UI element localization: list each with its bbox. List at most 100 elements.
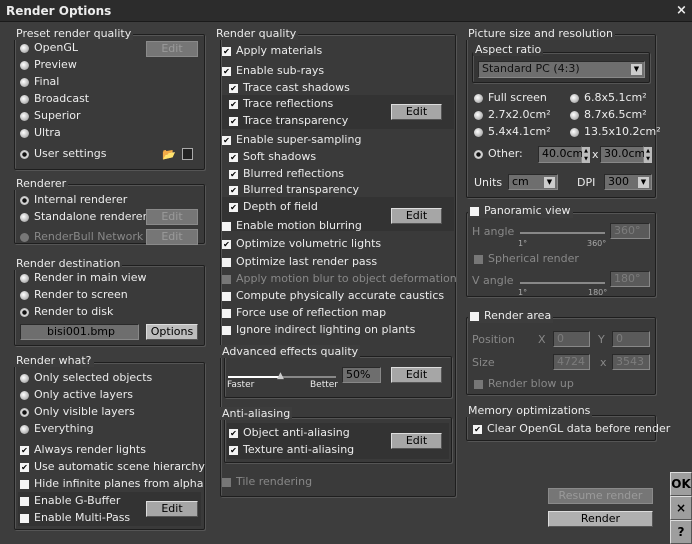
panoramic-checkbox[interactable]: Panoramic view (468, 204, 573, 218)
enable-multi-pass-checkbox[interactable]: Enable Multi-Pass (20, 511, 130, 525)
preset-radio-ultra[interactable]: Ultra (20, 126, 61, 140)
ok-button[interactable]: OK (670, 472, 692, 496)
quality-value-field[interactable]: 50% (342, 367, 381, 383)
ignore-indirect-lighting-on-plants-checkbox[interactable]: Ignore indirect lighting on plants (222, 323, 415, 337)
optimize-volumetric-lights-checkbox[interactable]: ✔ Optimize volumetric lights (222, 237, 381, 251)
render-button[interactable]: Render (548, 511, 653, 527)
gbuffer-edit-button[interactable]: Edit (146, 501, 198, 517)
size-radio-full-screen[interactable]: Full screen (474, 91, 547, 105)
dpi-select[interactable]: 300 ▼ (604, 174, 652, 190)
close-button[interactable]: × (676, 3, 687, 18)
supersampling-edit-button[interactable]: Edit (391, 208, 442, 224)
trace-reflections-checkbox[interactable]: ✔ Trace reflections (229, 97, 333, 111)
resume-render-button[interactable]: Resume render (548, 488, 653, 504)
area-width-field[interactable]: 4724 (553, 354, 590, 370)
blurred-transparency-checkbox[interactable]: ✔ Blurred transparency (229, 183, 359, 197)
preset-radio-user-settings[interactable]: User settings (20, 147, 106, 161)
always-render-lights-checkbox[interactable]: ✔ Always render lights (20, 443, 146, 457)
width-spinner[interactable]: ▲ ▼ (582, 147, 590, 163)
antialias-edit-button[interactable]: Edit (391, 433, 442, 449)
preset-radio-ultra-label: Ultra (34, 126, 61, 139)
preset-radio-broadcast[interactable]: Broadcast (20, 92, 89, 106)
enable-super-sampling-checkbox[interactable]: ✔ Enable super-sampling (222, 133, 361, 147)
compute-physically-accurate-caustics-checkbox[interactable]: Compute physically accurate caustics (222, 289, 444, 303)
v-angle-field[interactable]: 180° (610, 271, 650, 287)
standalone-edit-button[interactable]: Edit (146, 209, 198, 225)
soft-shadows-checkbox[interactable]: ✔ Soft shadows (229, 150, 316, 164)
enable-motion-blurring-checkbox[interactable]: Enable motion blurring (222, 219, 362, 233)
v-angle-slider[interactable] (520, 282, 605, 284)
spherical-checkbox[interactable]: Spherical render (474, 252, 579, 266)
renderer-radio-internal-renderer[interactable]: Internal renderer (20, 193, 127, 207)
aspect-ratio-select[interactable]: Standard PC (4:3) ▼ (478, 61, 645, 78)
network-edit-button[interactable]: Edit (146, 229, 198, 245)
destination-radio-render-in-main-view[interactable]: Render in main view (20, 271, 147, 285)
cancel-button[interactable]: × (670, 496, 692, 520)
save-disk-icon[interactable] (182, 148, 193, 160)
use-automatic-scene-hierarchy-checkbox[interactable]: ✔ Use automatic scene hierarchy (20, 460, 205, 474)
h-angle-field[interactable]: 360° (610, 223, 650, 239)
x-field[interactable]: 0 (553, 331, 590, 347)
what-radio-only-selected-objects[interactable]: Only selected objects (20, 371, 152, 385)
compute-physically-accurate-caustics-checkbox-label: Compute physically accurate caustics (236, 289, 445, 302)
size-radio-8-7x6-5cm[interactable]: 8.7x6.5cm² (570, 108, 647, 122)
blurred-reflections-checkbox[interactable]: ✔ Blurred reflections (229, 167, 344, 181)
width-field[interactable]: 40.0cm ▲ ▼ (538, 146, 590, 163)
size-radio-2-7x2-0cm[interactable]: 2.7x2.0cm² (474, 108, 551, 122)
renderer-radio-renderbull-network[interactable]: RenderBull Network (20, 230, 143, 244)
clear-opengl-checkbox[interactable]: ✔ Clear OpenGL data before render (473, 422, 670, 436)
height-field[interactable]: 30.0cm ▲ ▼ (600, 146, 652, 163)
hide-infinite-planes-from-alpha-checkbox[interactable]: Hide infinite planes from alpha (20, 477, 203, 491)
radio-icon (570, 93, 579, 103)
renderer-radio-standalone-renderer[interactable]: Standalone renderer (20, 210, 147, 224)
tile-rendering-checkbox[interactable]: Tile rendering (222, 475, 312, 489)
destination-radio-render-to-disk[interactable]: Render to disk (20, 305, 113, 319)
render-area-checkbox[interactable]: Render area (468, 309, 554, 323)
apply-motion-blur-to-object-deformation-checkbox-label: Apply motion blur to object deformation (236, 272, 457, 285)
enable-g-buffer-checkbox[interactable]: Enable G-Buffer (20, 494, 120, 508)
object-anti-aliasing-checkbox[interactable]: ✔ Object anti-aliasing (229, 426, 350, 440)
subrays-edit-button[interactable]: Edit (391, 104, 442, 120)
apply-motion-blur-to-object-deformation-checkbox[interactable]: Apply motion blur to object deformation (222, 272, 457, 286)
preset-edit-button[interactable]: Edit (146, 41, 198, 57)
output-file-field[interactable]: bisi001.bmp (20, 324, 139, 340)
height-value: 30.0cm (604, 147, 646, 160)
apply-materials-checkbox[interactable]: ✔ Apply materials (222, 44, 322, 58)
y-field[interactable]: 0 (612, 331, 650, 347)
destination-radio-render-to-screen[interactable]: Render to screen (20, 288, 128, 302)
preset-radio-final[interactable]: Final (20, 75, 59, 89)
help-button[interactable]: ? (670, 520, 692, 544)
preset-radio-superior[interactable]: Superior (20, 109, 81, 123)
height-spinner[interactable]: ▲ ▼ (644, 147, 652, 163)
depth-of-field-checkbox[interactable]: ✔ Depth of field (229, 200, 318, 214)
checkbox-icon (222, 308, 231, 318)
preset-radio-opengl[interactable]: OpenGL (20, 41, 78, 55)
trace-transparency-checkbox[interactable]: ✔ Trace transparency (229, 114, 348, 128)
h-angle-slider[interactable] (520, 232, 605, 234)
what-radio-only-active-layers[interactable]: Only active layers (20, 388, 133, 402)
units-select[interactable]: cm ▼ (508, 174, 558, 190)
enable-sub-rays-checkbox[interactable]: ✔ Enable sub-rays (222, 64, 324, 78)
options-button[interactable]: Options (146, 324, 198, 340)
what-radio-only-visible-layers[interactable]: Only visible layers (20, 405, 135, 419)
open-folder-icon[interactable]: 📂 (162, 148, 176, 161)
size-radio-6-8x5-1cm[interactable]: 6.8x5.1cm² (570, 91, 647, 105)
size-radio-other[interactable]: Other: (474, 147, 523, 161)
destination-radio-render-to-disk-label: Render to disk (34, 305, 114, 318)
size-radio-5-4x4-1cm[interactable]: 5.4x4.1cm² (474, 125, 551, 139)
size-radio-13-5x10-2cm[interactable]: 13.5x10.2cm² (570, 125, 661, 139)
area-height-field[interactable]: 3543 (612, 354, 650, 370)
advanced-edit-button[interactable]: Edit (391, 367, 442, 383)
soft-shadows-checkbox-label: Soft shadows (243, 150, 317, 163)
clear-opengl-label: Clear OpenGL data before render (487, 422, 671, 435)
what-radio-everything[interactable]: Everything (20, 422, 94, 436)
force-use-of-reflection-map-checkbox[interactable]: Force use of reflection map (222, 306, 386, 320)
quality-slider-thumb[interactable]: ▲ (277, 371, 284, 381)
preset-radio-preview[interactable]: Preview (20, 58, 77, 72)
trace-cast-shadows-checkbox[interactable]: ✔ Trace cast shadows (229, 81, 350, 95)
blowup-checkbox[interactable]: Render blow up (474, 377, 574, 391)
checkbox-icon: ✔ (473, 424, 482, 434)
optimize-last-render-pass-checkbox[interactable]: Optimize last render pass (222, 255, 377, 269)
texture-anti-aliasing-checkbox[interactable]: ✔ Texture anti-aliasing (229, 443, 354, 457)
radio-icon (20, 195, 29, 205)
